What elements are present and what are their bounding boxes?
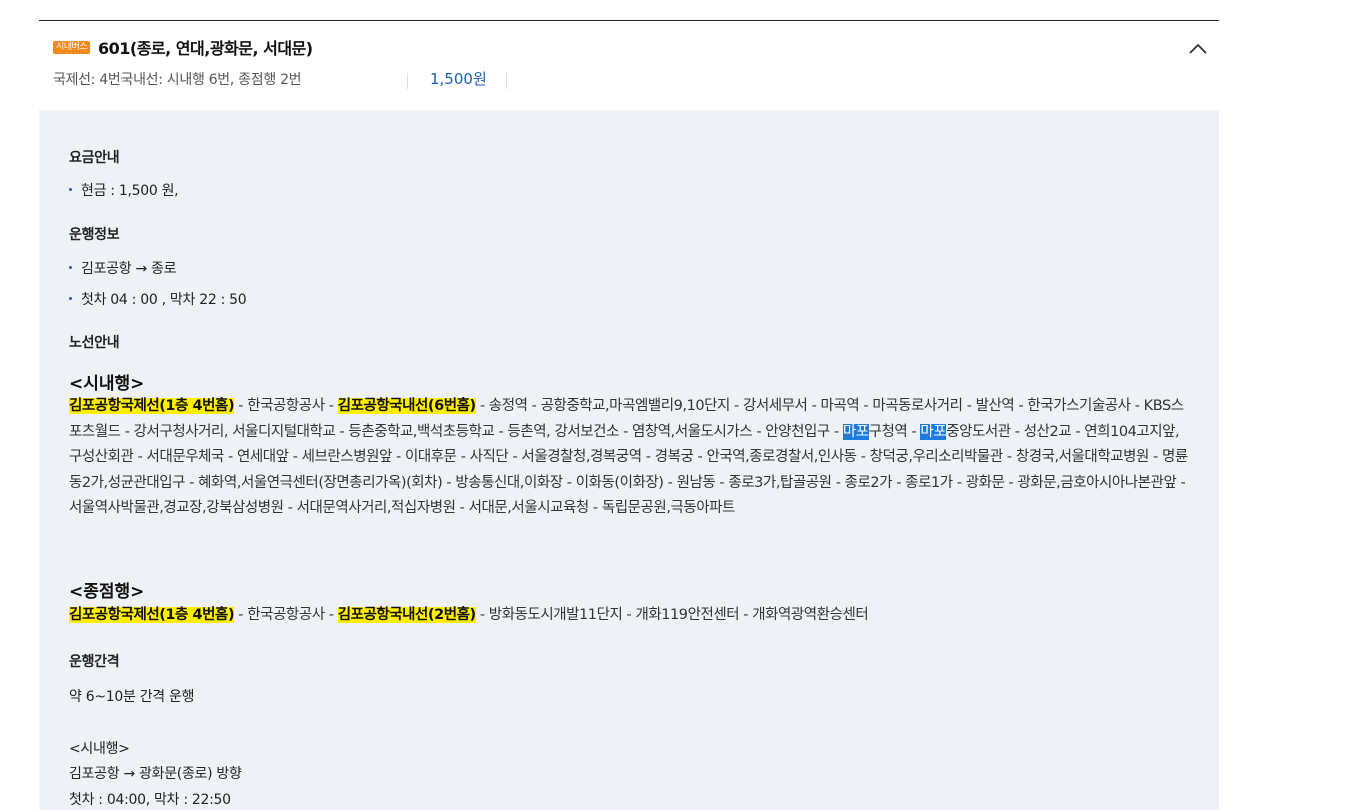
route-info-title: 노선안내 xyxy=(69,335,120,351)
stop-highlight: 김포공항국제선(1층 4번홈) xyxy=(69,607,235,623)
divider xyxy=(506,73,507,89)
route-stops-summary: 국제선: 4번국내선: 시내행 6번, 종점행 2번 xyxy=(53,72,302,88)
operation-route-item: 김포공항 → 종로 xyxy=(69,258,177,278)
terminal-stops: 김포공항국제선(1층 4번홈) - 한국공항공사 - 김포공항국내선(2번홈) … xyxy=(69,607,869,623)
fare-info-title: 요금안내 xyxy=(69,150,120,166)
interval-direction: <시내행> xyxy=(69,741,130,757)
interval-time: 첫차 : 04:00, 막차 : 22:50 xyxy=(69,792,231,808)
route-fare: 1,500원 xyxy=(430,70,487,88)
detail-panel: 요금안내 현금 : 1,500 원, 운행정보 김포공항 → 종로 첫차 04 … xyxy=(39,110,1219,810)
interval-text: 약 6~10분 간격 운행 xyxy=(69,689,195,705)
interval-route: 김포공항 → 광화문(종로) 방향 xyxy=(69,766,242,782)
operation-info-title: 운행정보 xyxy=(69,227,120,243)
chevron-up-icon[interactable] xyxy=(1187,40,1209,58)
route-title: 601(종로, 연대,광화문, 서대문) xyxy=(98,39,313,58)
downtown-stops: 김포공항국제선(1층 4번홈) - 한국공항공사 - 김포공항국내선(6번홈) … xyxy=(69,398,1188,517)
terminal-direction-title: <종점행> xyxy=(69,582,145,602)
operation-time-item: 첫차 04 : 00 , 막차 22 : 50 xyxy=(69,289,247,309)
route-header[interactable]: 시내버스 601(종로, 연대,광화문, 서대문) 국제선: 4번국내선: 시내… xyxy=(39,21,1219,110)
bus-type-badge: 시내버스 xyxy=(53,41,91,54)
search-match: 마포 xyxy=(920,423,947,440)
stop-highlight: 김포공항국내선(2번홈) xyxy=(337,607,476,623)
stop-highlight: 김포공항국제선(1층 4번홈) xyxy=(69,398,235,414)
search-match: 마포 xyxy=(842,423,869,440)
divider xyxy=(407,73,408,89)
stop-highlight: 김포공항국내선(6번홈) xyxy=(337,398,476,414)
downtown-direction-title: <시내행> xyxy=(69,374,145,394)
fare-cash-item: 현금 : 1,500 원, xyxy=(69,180,179,200)
interval-info-title: 운행간격 xyxy=(69,654,120,670)
